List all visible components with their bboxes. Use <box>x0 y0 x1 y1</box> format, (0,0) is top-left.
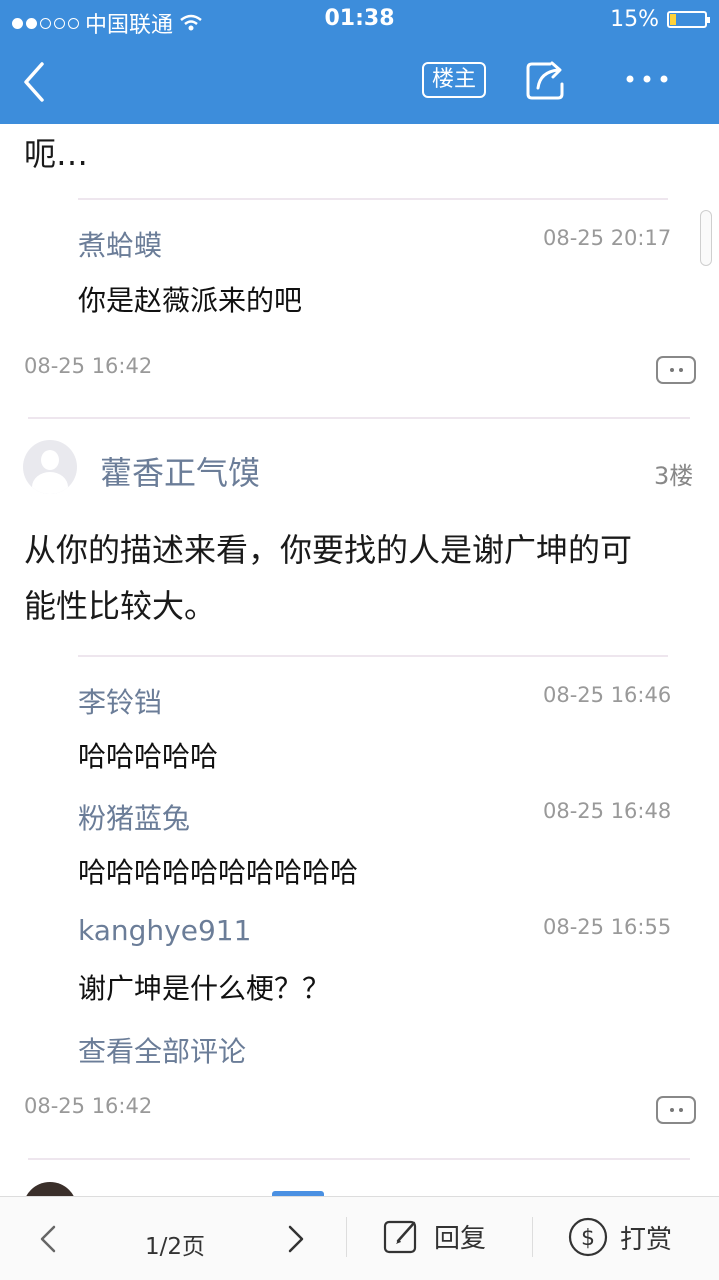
post-divider <box>28 1158 690 1160</box>
comment-text: 你是赵薇派来的吧 <box>78 284 303 317</box>
dollar-coin-icon: $ <box>568 1217 608 1257</box>
page-indicator[interactable]: 1/2页 <box>145 1227 205 1261</box>
comment-time: 08-25 20:17 <box>543 226 672 250</box>
owner-only-button[interactable]: 楼主 <box>422 62 486 98</box>
scrollbar[interactable] <box>700 210 712 266</box>
comment-username[interactable]: 李铃铛 <box>78 681 162 721</box>
share-icon[interactable] <box>524 58 568 102</box>
comment-bubble-icon[interactable] <box>656 356 696 384</box>
toolbar-separator <box>532 1217 533 1257</box>
comment-divider <box>78 198 668 200</box>
back-arrow-icon[interactable] <box>18 60 58 104</box>
post-text-line: 能性比较大。 <box>24 587 217 625</box>
view-all-comments-link[interactable]: 查看全部评论 <box>78 1030 246 1070</box>
prev-page-icon[interactable] <box>36 1223 60 1255</box>
comment-text: 谢广坤是什么梗？？ <box>78 972 331 1005</box>
avatar[interactable] <box>23 440 77 494</box>
comment-bubble-icon[interactable] <box>656 1096 696 1124</box>
post-username[interactable]: 藿香正气馍 <box>100 448 260 494</box>
battery-percent: 15% <box>610 7 659 32</box>
svg-text:$: $ <box>581 1226 595 1251</box>
status-bar: 中国联通 01:38 15% <box>0 0 719 40</box>
more-icon[interactable] <box>624 64 670 94</box>
post-time: 08-25 16:42 <box>24 1094 153 1118</box>
next-page-icon[interactable] <box>284 1223 308 1255</box>
comment-time: 08-25 16:46 <box>543 683 672 707</box>
reply-button[interactable]: 回复 <box>382 1217 486 1255</box>
post-text: 从你的描述来看，你要找的人是谢广坤的可 能性比较大。 <box>24 522 704 634</box>
comment-text: 哈哈哈哈哈 <box>78 740 219 773</box>
floor-number: 3楼 <box>654 462 694 490</box>
reply-label: 回复 <box>434 1223 487 1254</box>
comment-divider <box>78 655 668 657</box>
comment-username[interactable]: kanghye911 <box>78 914 251 947</box>
bottom-toolbar: 1/2页 回复 $ 打赏 <box>0 1196 719 1280</box>
reward-button[interactable]: $ 打赏 <box>568 1217 672 1257</box>
battery-group: 15% <box>610 7 710 32</box>
battery-icon <box>667 11 710 28</box>
post-text-line: 从你的描述来看，你要找的人是谢广坤的可 <box>24 531 633 569</box>
post-text-tail: 呃… <box>24 135 89 173</box>
avatar[interactable] <box>23 1182 77 1196</box>
comment-time: 08-25 16:48 <box>543 799 672 823</box>
comment-username[interactable]: 粉猪蓝兔 <box>78 797 190 837</box>
edit-icon <box>383 1220 417 1254</box>
comment-time: 08-25 16:55 <box>543 915 672 939</box>
comment-text: 哈哈哈哈哈哈哈哈哈哈 <box>78 856 359 889</box>
nav-bar: 楼主 <box>0 40 719 124</box>
comment-username[interactable]: 煮蛤蟆 <box>78 224 162 264</box>
thread-content[interactable]: 呃… 煮蛤蟆 08-25 20:17 你是赵薇派来的吧 08-25 16:42 … <box>0 124 719 1196</box>
toolbar-separator <box>346 1217 347 1257</box>
post-divider <box>28 417 690 419</box>
post-time: 08-25 16:42 <box>24 354 153 378</box>
reward-label: 打赏 <box>620 1224 673 1255</box>
